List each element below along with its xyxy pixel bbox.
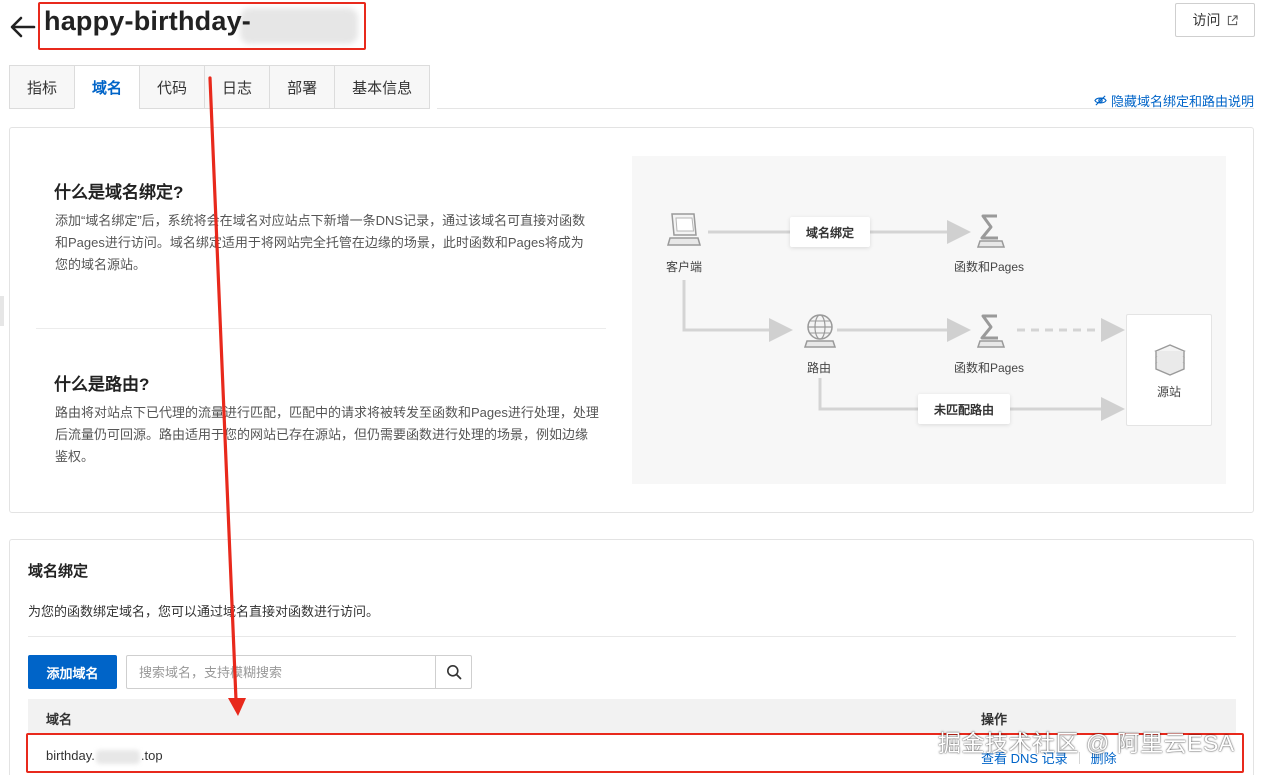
route-label: 路由 [807, 361, 832, 375]
tab-basic-info[interactable]: 基本信息 [334, 65, 431, 109]
explanation-card: 什么是域名绑定? 添加“域名绑定”后，系统将会在域名对应站点下新增一条DNS记录… [9, 127, 1254, 513]
tab-domains[interactable]: 域名 [74, 65, 140, 109]
edge-handle [0, 296, 4, 326]
tab-code[interactable]: 代码 [139, 65, 205, 109]
title-annotation-box [38, 2, 366, 50]
add-domain-button[interactable]: 添加域名 [28, 655, 117, 689]
route-globe-icon [803, 314, 837, 348]
external-link-icon [1227, 14, 1238, 25]
functions-pages-icon-mid [976, 314, 1006, 348]
eye-off-icon [1094, 95, 1107, 106]
tab-bar: 指标 域名 代码 日志 部署 基本信息 [9, 65, 431, 109]
visit-button[interactable]: 访问 [1175, 3, 1255, 37]
watermark: 掘金技术社区 @ 阿里云ESA [938, 730, 1235, 756]
unmatched-route-pill: 未匹配路由 [918, 394, 1011, 424]
binding-title: 域名绑定 [28, 563, 89, 580]
tab-deploy[interactable]: 部署 [269, 65, 335, 109]
row-domain-prefix: birthday. [46, 748, 95, 763]
domain-binding-text: 添加“域名绑定”后，系统将会在域名对应站点下新增一条DNS记录，通过该域名可直接… [55, 213, 586, 272]
flow-diagram: 客户端 域名绑定 函数和Pages 路由 函数和Pages 未匹配路由 源站 [632, 156, 1226, 484]
client-computer-icon [667, 213, 701, 246]
binding-divider [28, 636, 1236, 637]
back-arrow-icon[interactable] [8, 12, 38, 42]
routing-heading: 什么是路由? [54, 375, 150, 394]
search-button[interactable] [435, 656, 471, 688]
origin-box: 源站 [1126, 314, 1212, 426]
section-divider [36, 328, 606, 329]
domain-redaction [95, 749, 140, 764]
client-label: 客户端 [666, 260, 703, 274]
routing-text: 路由将对站点下已代理的流量进行匹配，匹配中的请求将被转发至函数和Pages进行处… [55, 405, 599, 464]
functions-pages-icon [976, 214, 1006, 248]
domain-search [126, 655, 472, 689]
row-domain-suffix: .top [140, 748, 163, 763]
visit-button-label: 访问 [1192, 12, 1221, 28]
column-domain: 域名 [46, 712, 73, 727]
search-icon [446, 665, 461, 680]
origin-server-icon [1154, 344, 1186, 376]
hide-explanation-link[interactable]: 隐藏域名绑定和路由说明 [1094, 91, 1254, 110]
tab-logs[interactable]: 日志 [204, 65, 270, 109]
hide-explanation-label: 隐藏域名绑定和路由说明 [1110, 94, 1254, 109]
domain-binding-heading: 什么是域名绑定? [54, 183, 184, 202]
domain-binding-pill: 域名绑定 [790, 217, 871, 247]
tab-metrics[interactable]: 指标 [9, 65, 75, 109]
functions-pages-label-top: 函数和Pages [954, 260, 1025, 274]
domain-search-input[interactable] [127, 656, 435, 688]
origin-label: 源站 [1157, 385, 1182, 399]
row-domain: birthday. .top [46, 748, 163, 764]
functions-pages-label-mid: 函数和Pages [954, 361, 1025, 375]
binding-description: 为您的函数绑定域名，您可以通过域名直接对函数进行访问。 [28, 604, 380, 619]
